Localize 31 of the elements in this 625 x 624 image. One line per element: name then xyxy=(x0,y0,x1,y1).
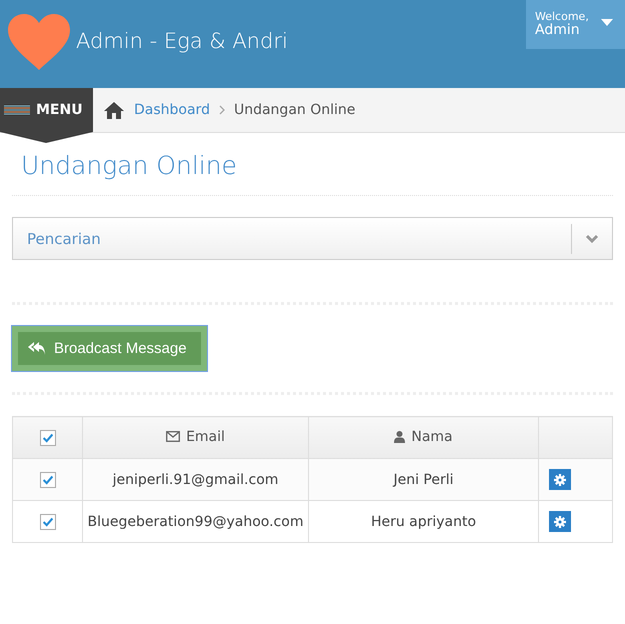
menu-icon xyxy=(4,105,30,115)
checkbox[interactable] xyxy=(40,472,56,488)
breadcrumb-current: Undangan Online xyxy=(234,102,356,118)
checkbox[interactable] xyxy=(40,430,56,446)
panel-title: Pencarian xyxy=(26,230,102,248)
chevron-icon xyxy=(218,105,225,115)
name-cell: Jeni Perli xyxy=(308,458,538,500)
app-title: Admin - Ega & Andri xyxy=(76,29,288,53)
breadcrumb-link[interactable]: Dashboard xyxy=(134,102,210,118)
column-header: Nama xyxy=(411,428,453,444)
envelope-icon xyxy=(166,431,180,442)
checkbox[interactable] xyxy=(40,514,56,530)
column-header: Email xyxy=(186,428,225,445)
settings-button[interactable] xyxy=(549,511,571,532)
broadcast-button[interactable]: Broadcast Message xyxy=(12,326,207,371)
search-panel[interactable]: Pencarian xyxy=(12,217,613,260)
gear-icon xyxy=(554,516,566,528)
name-cell: Heru apriyanto xyxy=(308,500,538,542)
page-title: Undangan Online xyxy=(21,151,238,181)
heart-logo xyxy=(8,14,70,70)
email-cell: jeniperli.91@gmail.com xyxy=(82,458,308,500)
reply-all-icon xyxy=(28,340,46,356)
email-cell: Bluegeberation99@yahoo.com xyxy=(82,500,308,542)
user-menu[interactable]: Welcome, Admin xyxy=(526,0,625,49)
settings-button[interactable] xyxy=(549,469,571,490)
welcome-text: Welcome, xyxy=(535,10,589,23)
user-name: Admin xyxy=(535,22,581,38)
caret-icon xyxy=(601,19,613,26)
person-icon xyxy=(394,430,406,442)
home-icon[interactable] xyxy=(104,101,124,119)
gear-icon xyxy=(554,474,566,486)
